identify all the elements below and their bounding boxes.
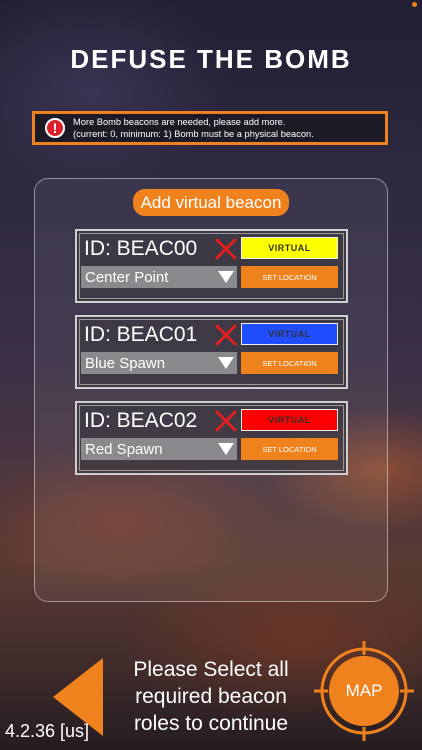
chevron-down-icon bbox=[218, 443, 234, 455]
beacon-id: ID: BEAC02 bbox=[84, 409, 198, 432]
beacon-id: ID: BEAC01 bbox=[84, 323, 198, 346]
alert-icon: ! bbox=[45, 118, 65, 138]
location-select-value: Center Point bbox=[85, 268, 169, 286]
beacon-card-beac01: ID: BEAC01 VIRTUAL Blue Spawn SET LOCATI… bbox=[75, 315, 348, 389]
warning-text: More Bomb beacons are needed, please add… bbox=[73, 117, 314, 139]
beacon-card-beac00: ID: BEAC00 VIRTUAL Center Point SET LOCA… bbox=[75, 229, 348, 303]
status-dot bbox=[412, 2, 417, 7]
delete-icon[interactable] bbox=[214, 237, 238, 261]
chevron-down-icon bbox=[218, 357, 234, 369]
page-title: DEFUSE THE BOMB bbox=[70, 44, 352, 74]
location-select-value: Blue Spawn bbox=[85, 354, 166, 372]
beacon-id: ID: BEAC00 bbox=[84, 237, 198, 260]
instruction-message: Please Select all required beacon roles … bbox=[133, 658, 289, 735]
add-virtual-beacon-button[interactable]: Add virtual beacon bbox=[133, 189, 289, 216]
role-button[interactable]: VIRTUAL bbox=[241, 409, 338, 431]
role-button[interactable]: VIRTUAL bbox=[241, 237, 338, 259]
beacon-card-beac02: ID: BEAC02 VIRTUAL Red Spawn SET LOCATIO… bbox=[75, 401, 348, 475]
role-button[interactable]: VIRTUAL bbox=[241, 323, 338, 345]
version-label: 4.2.36 [us] bbox=[5, 721, 90, 741]
warning-banner: ! More Bomb beacons are needed, please a… bbox=[32, 111, 388, 145]
set-location-button[interactable]: SET LOCATION bbox=[241, 438, 338, 460]
delete-icon[interactable] bbox=[214, 323, 238, 347]
set-location-button[interactable]: SET LOCATION bbox=[241, 352, 338, 374]
location-select[interactable]: Center Point bbox=[81, 266, 237, 288]
delete-icon[interactable] bbox=[214, 409, 238, 433]
location-select-value: Red Spawn bbox=[85, 440, 163, 458]
map-button-label[interactable]: MAP bbox=[314, 681, 414, 701]
chevron-down-icon bbox=[218, 271, 234, 283]
set-location-button[interactable]: SET LOCATION bbox=[241, 266, 338, 288]
location-select[interactable]: Blue Spawn bbox=[81, 352, 237, 374]
location-select[interactable]: Red Spawn bbox=[81, 438, 237, 460]
